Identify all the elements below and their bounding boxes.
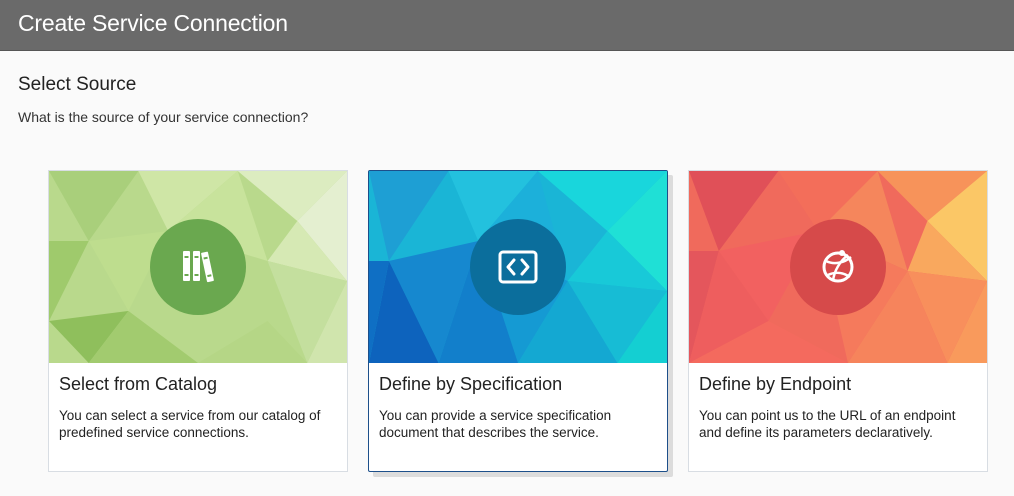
specification-card-banner — [369, 171, 667, 363]
section-title: Select Source — [18, 74, 137, 95]
title-bar: Create Service Connection — [0, 0, 1014, 51]
catalog-badge — [150, 219, 246, 315]
catalog-card-banner — [49, 171, 347, 363]
specification-card-description: You can provide a service specification … — [379, 408, 612, 440]
endpoint-card-description: You can point us to the URL of an endpoi… — [699, 408, 956, 440]
endpoint-card-title: Define by Endpoint — [699, 374, 852, 394]
specification-card[interactable]: Define by Specification You can provide … — [368, 170, 668, 472]
specification-badge — [470, 219, 566, 315]
endpoint-card[interactable]: Define by Endpoint You can point us to t… — [688, 170, 988, 472]
specification-card-title: Define by Specification — [379, 374, 563, 394]
endpoint-card-banner — [689, 171, 987, 363]
catalog-card-description: You can select a service from our catalo… — [59, 408, 321, 440]
catalog-card-title: Select from Catalog — [59, 374, 218, 394]
page-title: Create Service Connection — [18, 10, 288, 36]
section-subtitle: What is the source of your service conne… — [18, 109, 309, 125]
catalog-card[interactable]: Select from Catalog You can select a ser… — [48, 170, 348, 472]
code-icon — [498, 250, 538, 284]
books-icon — [183, 251, 214, 283]
globe-icon — [822, 250, 854, 283]
endpoint-badge — [790, 219, 886, 315]
